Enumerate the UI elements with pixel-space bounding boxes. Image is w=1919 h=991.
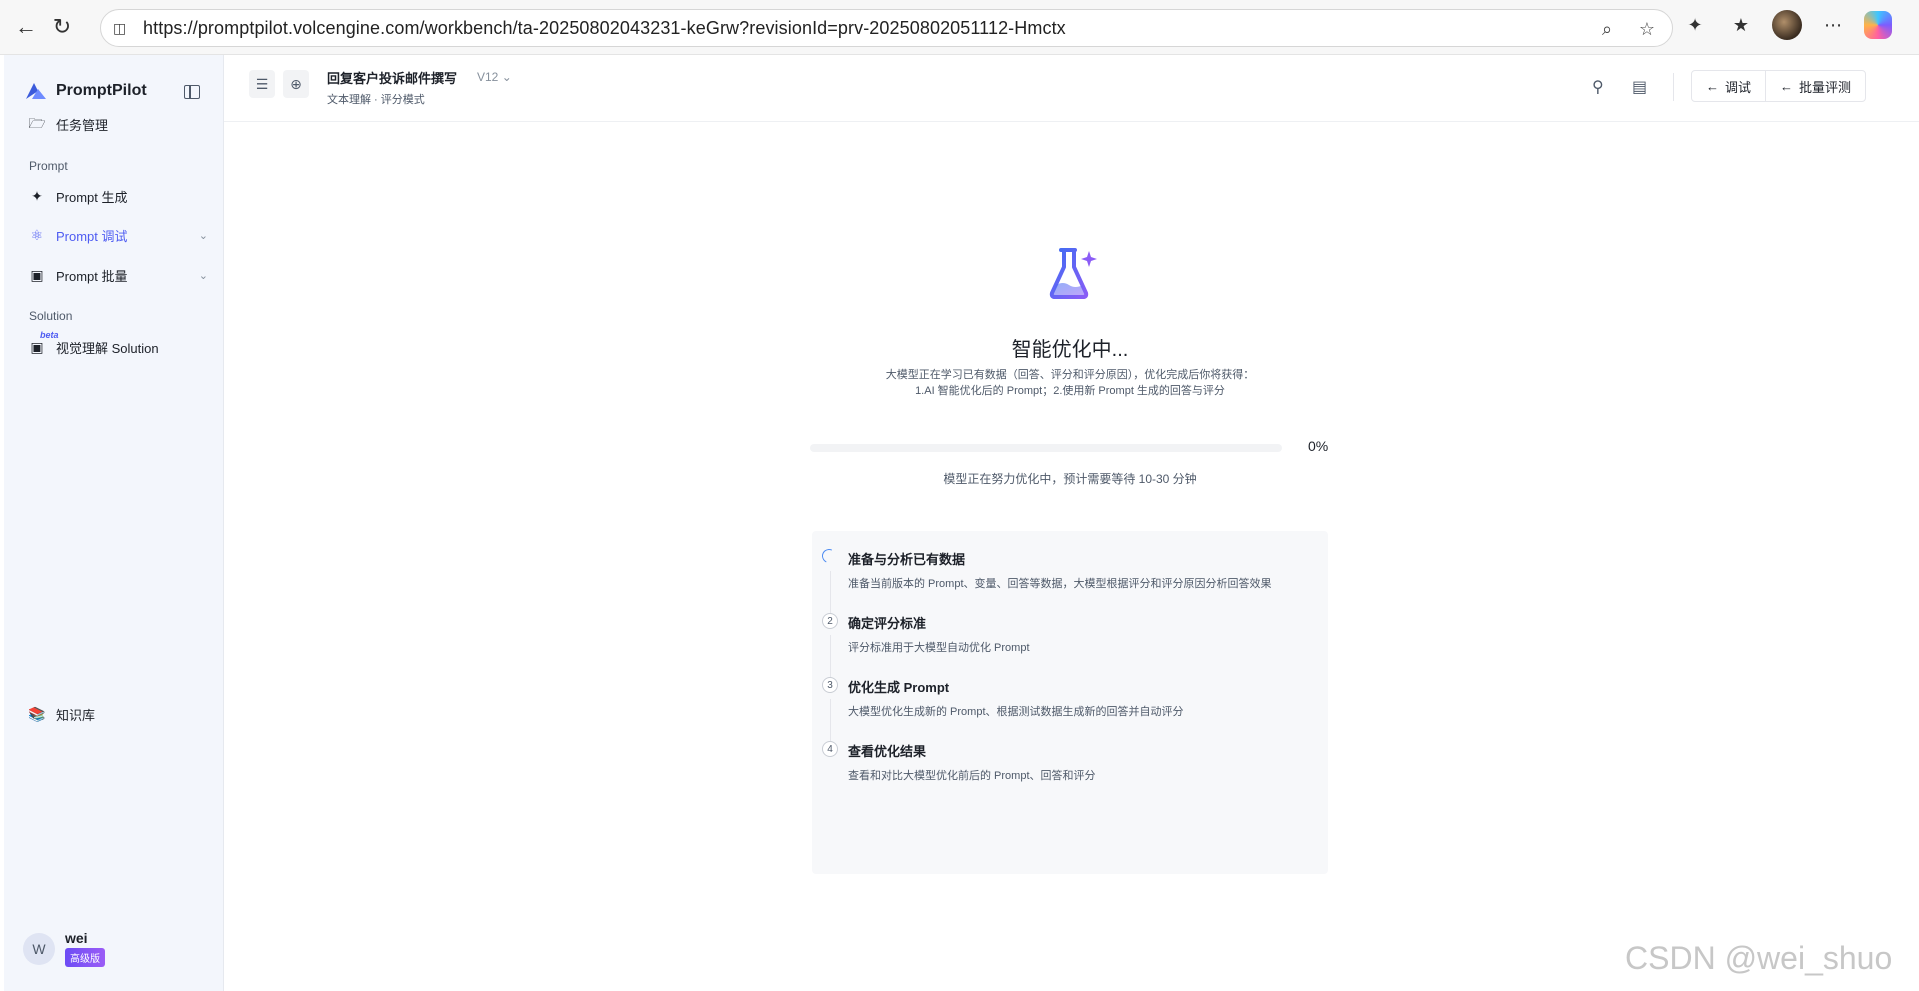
arrow-left-icon: ← [1780, 78, 1794, 94]
zoom-icon[interactable]: ⌕ [1594, 16, 1620, 42]
steps-panel: 准备与分析已有数据 准备当前版本的 Prompt、变量、回答等数据，大模型根据评… [812, 531, 1328, 874]
arrow-left-icon: ← [1706, 78, 1719, 94]
scan-icon: ▣ [30, 339, 44, 355]
step-description: 评分标准用于大模型自动优化 Prompt [848, 642, 1030, 654]
action-button-group: ← 调试 ← 批量评测 [1691, 70, 1867, 102]
sidebar-item-label: Prompt 生成 [56, 190, 128, 205]
step-connector [830, 635, 831, 677]
step-number: 2 [822, 613, 838, 629]
task-title: 回复客户投诉邮件撰写 [327, 71, 458, 86]
step-title: 查看优化结果 [848, 744, 927, 759]
profile-avatar[interactable] [1772, 10, 1802, 40]
description-line: 大模型正在学习已有数据（回答、评分和评分原因），优化完成后你将获得： [885, 369, 1255, 381]
chevron-down-icon[interactable]: ⌄ [199, 229, 208, 242]
favorite-star-icon[interactable]: ☆ [1634, 16, 1660, 42]
step-title: 优化生成 Prompt [848, 680, 950, 695]
optimizing-description: 大模型正在学习已有数据（回答、评分和评分原因），优化完成后你将获得： 1.AI … [810, 367, 1330, 399]
sidebar-item-prompt-batch[interactable]: ▣ Prompt 批量 ⌄ [28, 266, 208, 285]
batch-icon: ▣ [30, 267, 44, 283]
header-divider [1673, 73, 1674, 101]
sidebar-item-prompt-debug[interactable]: ⚛ Prompt 调试 ⌄ [28, 226, 208, 245]
avatar: W [23, 932, 55, 965]
step-description: 准备当前版本的 Prompt、变量、回答等数据，大模型根据评分和评分原因分析回答… [848, 578, 1272, 590]
brand-name: PromptPilot [56, 82, 147, 99]
sidebar-item-label: Prompt 调试 [56, 229, 128, 244]
sidebar-item-prompt-generate[interactable]: ✦ Prompt 生成 [28, 187, 208, 206]
url-text[interactable]: https://promptpilot.volcengine.com/workb… [143, 18, 1066, 39]
sidebar-item-label: 任务管理 [56, 118, 109, 133]
progress-percent: 0% [1308, 438, 1329, 454]
brand[interactable]: PromptPilot [24, 81, 147, 101]
loading-spinner-icon [820, 547, 838, 565]
wait-hint: 模型正在努力优化中，预计需要等待 10-30 分钟 [943, 472, 1197, 486]
extensions-icon[interactable]: ✦ [1680, 10, 1710, 40]
plan-badge: 高级版 [65, 948, 105, 967]
batch-eval-button[interactable]: ← 批量评测 [1765, 71, 1865, 101]
user-name: wei [65, 930, 88, 946]
task-subtitle: 文本理解 · 评分模式 [327, 94, 425, 106]
browser-toolbar: ← ↻ ◫ https://promptpilot.volcengine.com… [0, 0, 1919, 55]
favorites-list-icon[interactable]: ★ [1726, 10, 1756, 40]
sidebar-item-task-management[interactable]: 🗁 任务管理 [28, 115, 208, 134]
refresh-icon[interactable]: ↻ [44, 9, 80, 45]
step-number: 4 [822, 741, 838, 757]
menu-icon[interactable]: ☰ [249, 70, 275, 98]
magic-wand-icon: ✦ [31, 188, 43, 204]
step-description: 查看和对比大模型优化前后的 Prompt、回答和评分 [848, 770, 1096, 782]
sidebar-section-prompt: Prompt [29, 159, 68, 173]
sidebar-section-solution: Solution [29, 309, 73, 323]
progress-bar [810, 444, 1282, 452]
books-icon: 📚 [28, 706, 46, 722]
sidebar-item-visual-solution[interactable]: ▣ 视觉理解 Solution [28, 338, 208, 357]
address-bar[interactable]: ◫ https://promptpilot.volcengine.com/wor… [100, 9, 1673, 47]
optimizing-title: 智能优化中... [1011, 339, 1129, 361]
add-circle-icon[interactable]: ⊕ [283, 70, 309, 98]
sidebar-item-label: Prompt 批量 [56, 269, 128, 284]
batch-eval-button-label: 批量评测 [1799, 79, 1852, 95]
promptpilot-logo-icon [26, 83, 46, 99]
debug-button[interactable]: ← 调试 [1692, 71, 1765, 101]
step-title: 准备与分析已有数据 [848, 552, 966, 567]
sidebar-collapse-icon[interactable] [184, 85, 200, 99]
step-title: 确定评分标准 [848, 616, 927, 631]
folder-icon: 🗁 [28, 114, 46, 131]
step-connector [830, 571, 831, 613]
tool-icon[interactable]: ⚲ [1592, 77, 1604, 97]
main-header: ☰ ⊕ 回复客户投诉邮件撰写 V12 ⌄ 文本理解 · 评分模式 ⚲ ▤ ← 调… [224, 55, 1919, 122]
user-profile[interactable]: W wei 高级版 [23, 930, 105, 967]
sidebar-item-label: 视觉理解 Solution [56, 341, 159, 356]
step-description: 大模型优化生成新的 Prompt、根据测试数据生成新的回答并自动评分 [848, 706, 1184, 718]
chevron-down-icon[interactable]: ⌄ [199, 269, 208, 282]
sidebar-item-knowledge[interactable]: 📚 知识库 [28, 705, 208, 724]
chevron-down-icon: ⌄ [501, 70, 512, 84]
debug-button-label: 调试 [1725, 79, 1752, 95]
step-number: 3 [822, 677, 838, 693]
sidebar: PromptPilot 🗁 任务管理 Prompt ✦ Prompt 生成 ⚛ … [4, 55, 224, 991]
sidebar-item-label: 知识库 [56, 708, 96, 723]
back-arrow-icon[interactable]: ← [8, 9, 44, 45]
version-label: V12 [477, 70, 499, 84]
more-menu-icon[interactable]: ⋯ [1818, 10, 1848, 40]
flask-sparkle-icon [1049, 248, 1097, 299]
description-line: 1.AI 智能优化后的 Prompt；2.使用新 Prompt 生成的回答与评分 [915, 385, 1225, 397]
version-select[interactable]: V12 ⌄ [477, 70, 512, 84]
copilot-icon[interactable] [1864, 11, 1892, 39]
library-icon[interactable]: ▤ [1632, 77, 1647, 97]
site-info-icon[interactable]: ◫ [113, 20, 135, 37]
watermark: CSDN @wei_shuo [1625, 940, 1893, 976]
flask-icon: ⚛ [30, 227, 44, 243]
step-connector [830, 699, 831, 741]
